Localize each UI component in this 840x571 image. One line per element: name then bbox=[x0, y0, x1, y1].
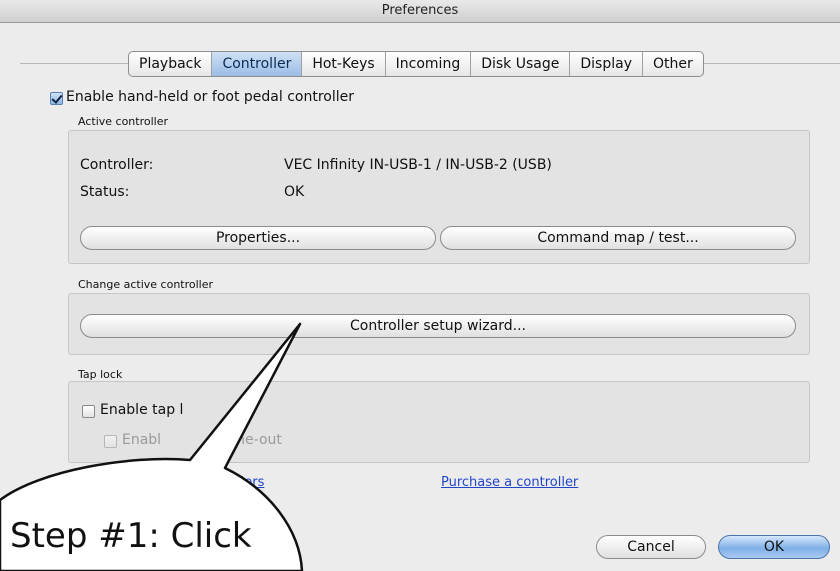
tap-lock-timeout-checkbox[interactable] bbox=[104, 435, 117, 448]
tap-lock-timeout-label-start: Enabl bbox=[122, 432, 162, 448]
tab-playback[interactable]: Playback bbox=[129, 52, 213, 76]
callout-text: Step #1: Click bbox=[10, 516, 252, 556]
status-label: Status: bbox=[80, 184, 130, 200]
active-controller-heading: Active controller bbox=[78, 115, 168, 128]
ok-button[interactable]: OK bbox=[718, 535, 830, 559]
command-map-button[interactable]: Command map / test... bbox=[440, 226, 796, 250]
cancel-button[interactable]: Cancel bbox=[596, 535, 706, 559]
change-controller-heading: Change active controller bbox=[78, 278, 214, 291]
tap-lock-heading: Tap lock bbox=[78, 368, 123, 381]
enable-controller-label: Enable hand-held or foot pedal controlle… bbox=[66, 89, 354, 105]
tab-display[interactable]: Display bbox=[570, 52, 643, 76]
supported-controllers-link[interactable]: llers bbox=[237, 475, 264, 490]
tab-disk-usage[interactable]: Disk Usage bbox=[471, 52, 571, 76]
controller-value: VEC Infinity IN-USB-1 / IN-USB-2 (USB) bbox=[284, 157, 552, 173]
enable-tap-lock-checkbox[interactable] bbox=[82, 405, 95, 418]
window-titlebar: Preferences bbox=[0, 0, 840, 23]
controller-setup-wizard-button[interactable]: Controller setup wizard... bbox=[80, 314, 796, 338]
tab-other[interactable]: Other bbox=[643, 52, 703, 76]
controller-label: Controller: bbox=[80, 157, 154, 173]
tab-hot-keys[interactable]: Hot-Keys bbox=[302, 52, 386, 76]
properties-button[interactable]: Properties... bbox=[80, 226, 436, 250]
tap-lock-timeout-label-end: time-out bbox=[222, 432, 282, 448]
tab-controller[interactable]: Controller bbox=[212, 52, 303, 76]
tab-bar: Playback Controller Hot-Keys Incoming Di… bbox=[128, 51, 704, 77]
tap-lock-group bbox=[68, 381, 810, 463]
window-title: Preferences bbox=[381, 3, 459, 18]
enable-controller-checkbox[interactable] bbox=[50, 92, 63, 105]
status-value: OK bbox=[284, 184, 305, 200]
tab-incoming[interactable]: Incoming bbox=[386, 52, 472, 76]
purchase-controller-link[interactable]: Purchase a controller bbox=[441, 475, 578, 490]
enable-tap-lock-label: Enable tap l bbox=[100, 402, 184, 418]
